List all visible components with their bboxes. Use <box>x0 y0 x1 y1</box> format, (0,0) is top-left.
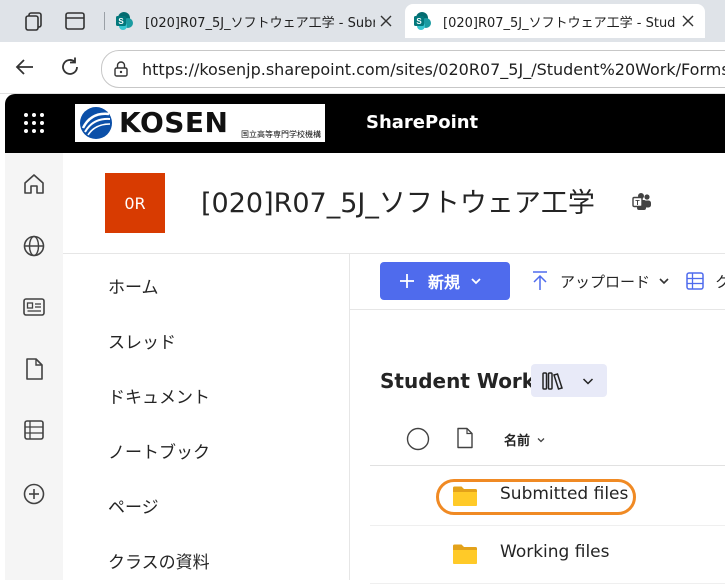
svg-text:T: T <box>635 200 640 207</box>
name-column-label: 名前 <box>504 434 531 449</box>
chevron-down-icon <box>536 435 546 445</box>
folder-icon <box>452 543 478 565</box>
tab-actions-icon[interactable] <box>63 9 87 33</box>
nav-item-threads[interactable]: スレッド <box>108 328 176 353</box>
file-type-header-icon[interactable] <box>456 427 474 449</box>
upload-label: アップロード <box>560 272 651 291</box>
list-icon[interactable] <box>21 417 47 443</box>
grid-view-label: ク <box>715 272 725 291</box>
nav-item-class-materials[interactable]: クラスの資料 <box>108 548 210 573</box>
globe-icon[interactable] <box>21 233 47 259</box>
browser-tab-submitted[interactable]: S [020]R07_5J_ソフトウェア工学 - Subm <box>107 4 403 38</box>
view-switcher-button[interactable] <box>531 364 607 397</box>
new-button[interactable]: 新規 <box>380 262 510 300</box>
grid-table-icon <box>685 271 705 291</box>
news-icon[interactable] <box>21 294 47 320</box>
teams-icon[interactable]: T <box>631 191 653 213</box>
sharepoint-suite-header: KOSEN 国立高等専門学校機構 SharePoint <box>5 94 725 153</box>
nav-item-home[interactable]: ホーム <box>108 273 159 298</box>
nav-item-documents[interactable]: ドキュメント <box>108 383 210 408</box>
create-icon[interactable] <box>21 481 47 507</box>
browser-tab-student-work[interactable]: S [020]R07_5J_ソフトウェア工学 - Stud <box>405 4 705 38</box>
upload-arrow-icon <box>530 270 550 292</box>
sharepoint-favicon-icon: S <box>413 11 433 31</box>
folder-name[interactable]: Working files <box>500 542 610 562</box>
tab-separator <box>104 12 105 30</box>
plus-icon <box>398 272 416 290</box>
highlight-annotation <box>436 479 636 515</box>
grid-view-button[interactable]: ク <box>685 262 725 300</box>
site-logo[interactable]: 0R <box>105 173 165 233</box>
app-launcher-icon[interactable] <box>23 112 45 134</box>
svg-text:S: S <box>416 17 422 26</box>
upload-button[interactable]: アップロード <box>530 262 670 300</box>
library-icon <box>541 370 565 392</box>
app-name[interactable]: SharePoint <box>366 112 478 133</box>
chevron-down-icon <box>470 275 482 287</box>
command-bar: 新規 アップロード ク <box>350 254 725 310</box>
logo-subtitle: 国立高等専門学校機構 <box>241 130 321 139</box>
app-rail <box>5 153 63 580</box>
url-text: https://kosenjp.sharepoint.com/sites/020… <box>142 59 725 79</box>
back-arrow-icon[interactable] <box>13 55 37 79</box>
list-item[interactable]: Working files <box>370 525 725 584</box>
tab-title: [020]R07_5J_ソフトウェア工学 - Stud <box>443 15 676 31</box>
logo-text: KOSEN <box>119 106 229 139</box>
chevron-down-icon <box>658 275 670 287</box>
sharepoint-favicon-icon: S <box>115 11 135 31</box>
close-tab-icon[interactable] <box>375 10 397 32</box>
name-column-header[interactable]: 名前 <box>504 430 546 449</box>
library-title: Student Work <box>380 369 536 393</box>
site-header: 0R [020]R07_5J_ソフトウェア工学 T <box>63 153 725 253</box>
select-all-checkbox[interactable] <box>406 427 430 451</box>
tab-title: [020]R07_5J_ソフトウェア工学 - Subm <box>145 15 375 31</box>
kosen-logo[interactable]: KOSEN 国立高等専門学校機構 <box>75 104 325 142</box>
kosen-logo-mark-icon <box>77 106 115 140</box>
home-icon[interactable] <box>21 171 47 197</box>
url-input[interactable]: https://kosenjp.sharepoint.com/sites/020… <box>101 50 725 88</box>
site-navigation: ホーム スレッド ドキュメント ノートブック ページ クラスの資料 <box>63 254 350 580</box>
close-tab-icon[interactable] <box>677 10 699 32</box>
workspaces-icon[interactable] <box>22 9 46 33</box>
refresh-icon[interactable] <box>58 55 82 79</box>
chevron-down-icon <box>581 374 595 388</box>
new-button-label: 新規 <box>428 273 461 292</box>
site-title[interactable]: [020]R07_5J_ソフトウェア工学 <box>201 181 595 220</box>
document-icon[interactable] <box>21 356 47 382</box>
nav-item-notebook[interactable]: ノートブック <box>108 438 210 463</box>
nav-item-pages[interactable]: ページ <box>108 493 159 518</box>
column-header-row: 名前 <box>370 415 725 466</box>
browser-tab-strip: S [020]R07_5J_ソフトウェア工学 - Subm S [020]R07… <box>0 0 725 42</box>
svg-text:S: S <box>118 17 124 26</box>
address-bar-row: https://kosenjp.sharepoint.com/sites/020… <box>0 42 725 94</box>
lock-icon[interactable] <box>112 60 130 78</box>
